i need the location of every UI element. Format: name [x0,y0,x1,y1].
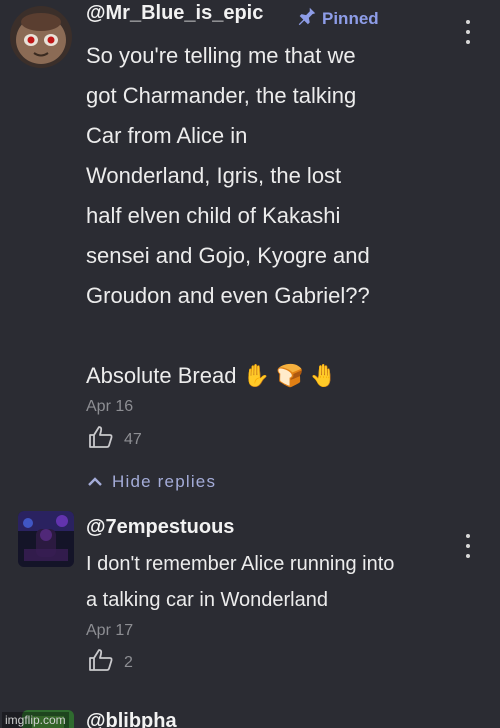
like-count: 2 [124,653,133,671]
comment-text: I don't remember Alice running into a ta… [86,553,395,611]
pinned-label: Pinned [322,8,379,28]
pinned-badge: Pinned [296,5,379,32]
like-control[interactable]: 2 [88,648,133,677]
pin-icon [296,5,318,32]
comment-date: Apr 17 [86,622,134,639]
watermark: imgflip.com [2,712,69,728]
like-count: 47 [124,430,142,448]
comment-author[interactable]: @Mr_Blue_is_epic [86,2,263,25]
comment-author[interactable]: @7empestuous [86,516,234,539]
pinned-comment: @Mr_Blue_is_epic Pinned So you're tellin… [0,0,500,460]
hide-replies-label: Hide replies [112,472,217,491]
next-comment: @blibpha [0,700,500,728]
avatar[interactable] [10,6,72,68]
like-control[interactable]: 47 [88,425,142,454]
thumbs-up-icon[interactable] [88,648,114,677]
reply-comment: @7empestuous I don't remember Alice runn… [0,508,500,683]
comment-date: Apr 16 [86,398,134,415]
comment-author[interactable]: @blibpha [86,710,177,728]
thumbs-up-icon[interactable] [88,425,114,454]
hide-replies-button[interactable]: Hide replies [88,472,216,492]
chevron-up-icon [88,472,102,492]
comment-text: So you're telling me that we got Charman… [86,43,370,388]
avatar[interactable] [18,511,74,567]
